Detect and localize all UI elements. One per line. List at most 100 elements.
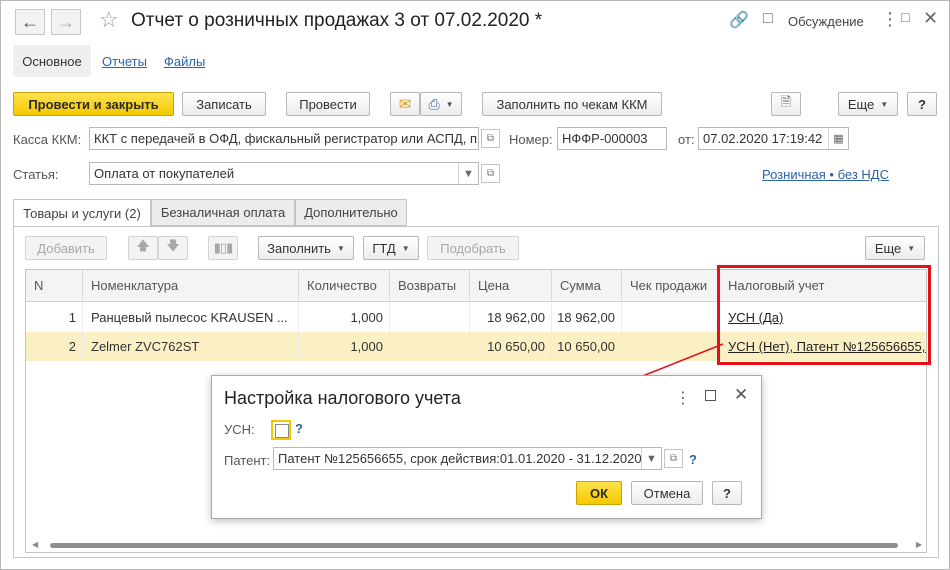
column-header-item[interactable]: Номенклатура [83, 270, 299, 302]
cell-receipt[interactable] [622, 303, 720, 332]
window-title: Отчет о розничных продажах 3 от 07.02.20… [131, 10, 543, 31]
article-label: Статья: [13, 167, 59, 182]
scroll-right-icon[interactable]: ▶ [916, 540, 922, 549]
column-header-receipt[interactable]: Чек продажи [622, 270, 720, 302]
document-window: ← → ☆ Отчет о розничных продажах 3 от 07… [0, 0, 950, 570]
patent-value: Патент №125656655, срок действия:01.01.2… [278, 451, 641, 466]
arrow-down-icon: 🡇 [166, 238, 180, 253]
calendar-icon[interactable]: ▦ [828, 128, 848, 149]
column-header-returns[interactable]: Возвраты [390, 270, 470, 302]
usn-checkbox[interactable] [271, 420, 291, 440]
email-button[interactable]: ✉ [390, 92, 420, 116]
fill-by-kkm-receipts-button[interactable]: Заполнить по чекам ККМ [482, 92, 662, 116]
save-button[interactable]: Записать [182, 92, 266, 116]
post-button[interactable]: Провести [286, 92, 370, 116]
fill-button[interactable]: Заполнить ▼ [258, 236, 354, 260]
usn-help-icon[interactable]: ? [295, 421, 303, 436]
table-more-button[interactable]: Еще ▼ [865, 236, 925, 260]
help-button[interactable]: ? [907, 92, 937, 116]
envelope-icon: ✉ [398, 96, 412, 113]
more-button[interactable]: Еще ▼ [838, 92, 898, 116]
close-icon[interactable]: ✕ [923, 8, 938, 29]
favorite-star-icon[interactable]: ☆ [99, 7, 119, 33]
cell-quantity[interactable]: 1,000 [299, 303, 390, 332]
open-patent-icon[interactable]: ⧉ [664, 449, 683, 468]
usn-label: УСН: [224, 422, 255, 437]
back-button[interactable]: ← [15, 9, 45, 35]
tab-additional[interactable]: Дополнительно [295, 199, 407, 226]
vat-mode-link[interactable]: Розничная • без НДС [762, 167, 889, 182]
column-header-sum[interactable]: Сумма [552, 270, 622, 302]
printer-icon: ⎙ [428, 95, 440, 112]
kassa-label: Касса ККМ: [13, 132, 82, 147]
date-field[interactable]: 07.02.2020 17:19:42 ▦ [698, 127, 849, 150]
tab-files[interactable]: Файлы [164, 54, 205, 69]
cell-sum[interactable]: 18 962,00 [552, 303, 622, 332]
kassa-field[interactable]: ККТ с передачей в ОФД, фискальный регист… [89, 127, 479, 150]
number-label: Номер: [509, 132, 553, 147]
date-value: 07.02.2020 17:19:42 [703, 131, 823, 146]
column-header-quantity[interactable]: Количество [299, 270, 390, 302]
number-field[interactable]: НФФР-000003 [557, 127, 667, 150]
tab-cashless-payment[interactable]: Безналичная оплата [151, 199, 295, 226]
dialog-help-button[interactable]: ? [712, 481, 742, 505]
column-header-price[interactable]: Цена [470, 270, 552, 302]
post-and-close-button[interactable]: Провести и закрыть [13, 92, 174, 116]
tab-main[interactable]: Основное [13, 45, 91, 77]
number-value: НФФР-000003 [562, 131, 648, 146]
table-more-label: Еще [874, 240, 902, 256]
cell-returns[interactable] [390, 332, 470, 361]
move-down-button[interactable]: 🡇 [158, 236, 188, 260]
chevron-down-icon: ▼ [445, 99, 454, 109]
cell-n[interactable]: 1 [26, 303, 83, 332]
tab-goods-services[interactable]: Товары и услуги (2) [13, 199, 151, 227]
cell-returns[interactable] [390, 303, 470, 332]
scroll-left-icon[interactable]: ◀ [32, 540, 38, 549]
barcode-button[interactable]: ▮▯▮ [208, 236, 238, 260]
pick-button[interactable]: Подобрать [427, 236, 519, 260]
chevron-down-icon: ▼ [401, 243, 410, 253]
forward-button[interactable]: → [51, 9, 81, 35]
link-icon[interactable]: 🔗 [729, 10, 749, 30]
discussion-icon[interactable]: □ [763, 10, 773, 28]
patent-help-icon[interactable]: ? [689, 452, 697, 467]
close-icon[interactable]: ✕ [734, 385, 748, 405]
cell-n[interactable]: 2 [26, 332, 83, 361]
dialog-title: Настройка налогового учета [224, 388, 461, 408]
article-field[interactable]: Оплата от покупателей ▼ [89, 162, 479, 185]
cell-item[interactable]: Ранцевый пылесос KRAUSEN ... [83, 303, 299, 332]
cell-price[interactable]: 18 962,00 [470, 303, 552, 332]
dropdown-chevron-icon[interactable]: ▼ [641, 448, 661, 469]
cancel-button[interactable]: Отмена [631, 481, 703, 505]
document-icon: 🗎 [780, 94, 792, 109]
article-value: Оплата от покупателей [94, 166, 235, 181]
cell-quantity[interactable]: 1,000 [299, 332, 390, 361]
cell-item[interactable]: Zelmer ZVC762ST [83, 332, 299, 361]
arrow-right-icon: → [57, 11, 75, 32]
open-kassa-icon[interactable]: ⧉ [481, 129, 500, 148]
print-button[interactable]: ⎙ ▼ [420, 92, 462, 116]
scrollbar-thumb[interactable] [50, 543, 898, 548]
document-report-button[interactable]: 🗎 [771, 92, 801, 116]
column-header-n[interactable]: N [26, 270, 83, 302]
horizontal-scrollbar[interactable]: ◀ ▶ [26, 538, 926, 552]
maximize-icon[interactable]: □ [901, 9, 909, 25]
cell-price[interactable]: 10 650,00 [470, 332, 552, 361]
chevron-down-icon: ▼ [880, 99, 889, 109]
move-up-button[interactable]: 🡅 [128, 236, 158, 260]
dropdown-chevron-icon[interactable]: ▼ [458, 163, 478, 184]
add-row-button[interactable]: Добавить [25, 236, 107, 260]
tab-reports[interactable]: Отчеты [102, 54, 147, 69]
patent-field[interactable]: Патент №125656655, срок действия:01.01.2… [273, 447, 662, 470]
discussion-button[interactable]: Обсуждение [788, 14, 864, 29]
arrow-up-icon: 🡅 [136, 238, 150, 253]
ok-button[interactable]: ОК [576, 481, 622, 505]
more-vertical-icon[interactable]: ⋮ [881, 9, 899, 30]
fill-label: Заполнить [267, 240, 331, 256]
gtd-button[interactable]: ГТД ▼ [363, 236, 419, 260]
open-article-icon[interactable]: ⧉ [481, 164, 500, 183]
arrow-left-icon: ← [21, 11, 39, 32]
more-vertical-icon[interactable]: ⋮ [675, 388, 691, 408]
maximize-icon[interactable] [705, 390, 716, 401]
gtd-label: ГТД [372, 240, 396, 256]
